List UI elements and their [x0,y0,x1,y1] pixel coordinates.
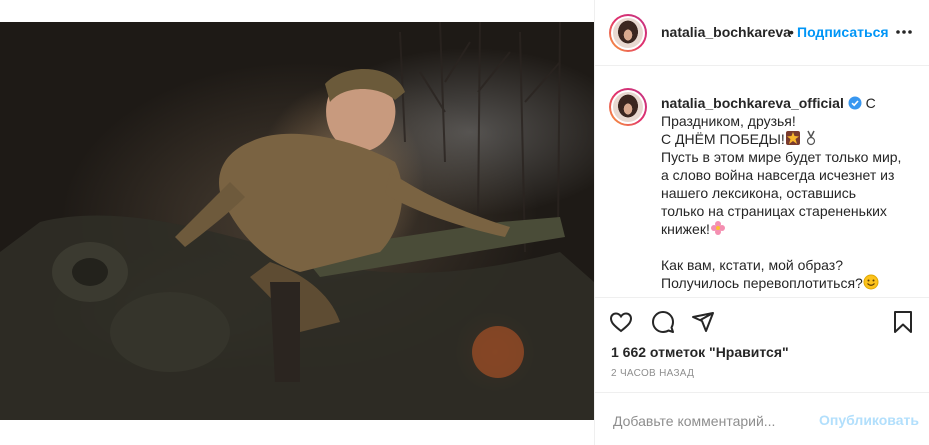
photo-top-margin [0,0,594,22]
flower-emoji [710,221,725,235]
caption-line: только на страницах старененьких [661,203,887,219]
follow-button[interactable]: Подписаться [797,24,889,40]
heart-icon[interactable] [609,310,633,334]
comment-input[interactable] [611,405,815,437]
separator-dot: • [789,24,794,40]
share-icon[interactable] [691,310,715,334]
instagram-post: natalia_bochkareva • Подписаться natalia… [0,0,929,445]
caption-line: книжек! [661,221,710,237]
medal-emoji [806,130,815,146]
author-username[interactable]: natalia_bochkareva [661,24,791,40]
caption-line: Получилось перевоплотиться? [661,275,863,291]
caption-line: а слово война навсегда исчезнет из [661,167,895,183]
caption-line: нашего лексикона, оставшись [661,185,857,201]
photo-bottom-margin [0,420,594,445]
author-avatar[interactable] [609,14,647,52]
caption-text: natalia_bochkareva_official С Праздником… [661,94,923,292]
post-actions [595,298,929,344]
caption-line: С ДНЁМ ПОБЕДЫ! [661,131,785,147]
caption-line: Как вам, кстати, мой образ? [661,257,843,273]
post-timestamp[interactable]: 2 часов назад [611,368,694,379]
caption-username[interactable]: natalia_bochkareva_official [661,95,844,111]
likes-count[interactable]: 1 662 отметок "Нравится" [611,344,789,360]
verified-badge-icon [848,96,862,110]
post-header: natalia_bochkareva • Подписаться [595,0,929,66]
post-photo[interactable] [0,22,594,420]
caption-line: С [865,95,876,111]
comment-form: Опубликовать [595,392,929,445]
publish-button[interactable]: Опубликовать [819,412,919,428]
caption-line: Праздником, друзья! [661,113,796,129]
bookmark-icon[interactable] [891,310,915,334]
caption-avatar[interactable] [609,88,647,126]
photo-scene [0,22,594,420]
smile-emoji [863,274,879,290]
comment-icon[interactable] [651,310,675,334]
more-dots-icon[interactable] [895,24,913,40]
caption-line: Пусть в этом мире будет только мир, [661,149,902,165]
post-side-panel: natalia_bochkareva • Подписаться natalia… [594,0,929,445]
caption-section: natalia_bochkareva_official С Праздником… [595,66,929,298]
collision-emoji [785,131,800,145]
